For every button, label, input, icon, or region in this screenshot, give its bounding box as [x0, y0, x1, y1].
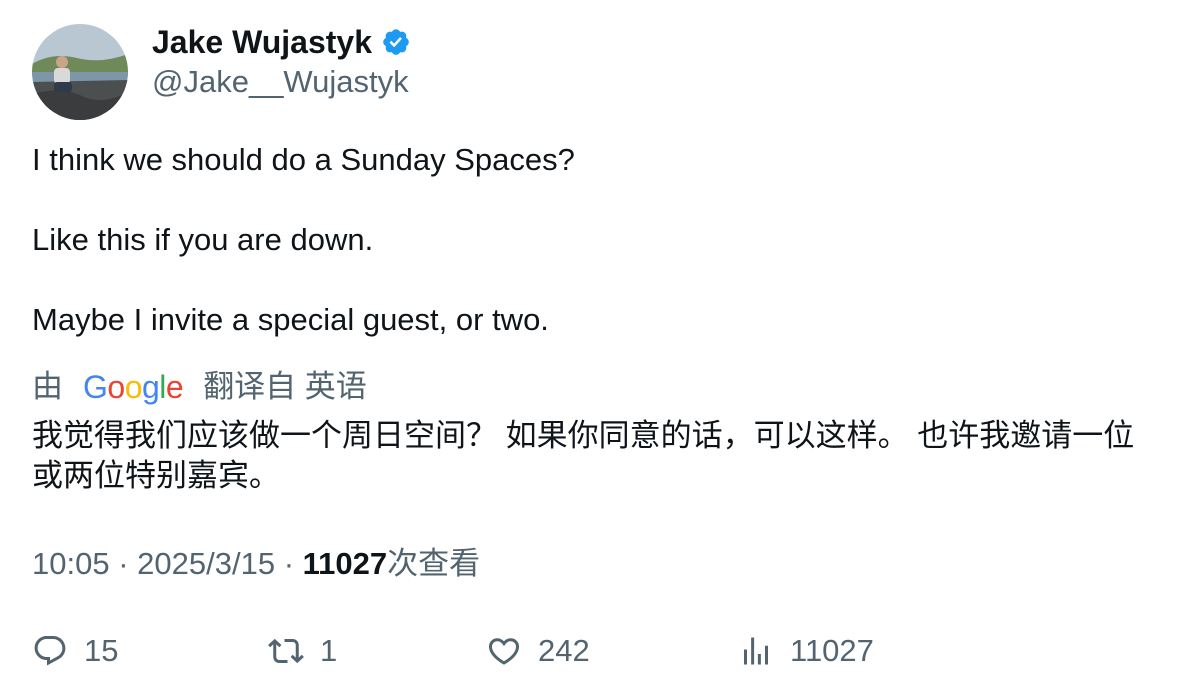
verified-badge-icon[interactable]: [381, 27, 411, 57]
tweet-paragraph: Maybe I invite a special guest, or two.: [32, 302, 549, 337]
translation-source-language: 翻译自 英语: [203, 369, 367, 404]
translation-attribution[interactable]: 由 Google 翻译自 英语: [32, 366, 367, 408]
meta-separator: ·: [283, 546, 295, 581]
reply-icon: [34, 636, 66, 666]
avatar-photo: [32, 24, 128, 120]
translation-prefix: 由: [32, 369, 63, 404]
views-action-count: 11027: [790, 633, 874, 668]
display-name[interactable]: Jake Wujastyk: [152, 22, 372, 62]
google-logo: Google: [83, 369, 184, 405]
like-count: 242: [538, 633, 590, 668]
tweet-paragraph: Like this if you are down.: [32, 222, 374, 257]
heart-icon: [488, 638, 520, 665]
tweet-meta: 10:05 · 2025/3/15 · 11027次查看: [32, 543, 480, 585]
retweet-count: 1: [320, 633, 338, 668]
views-count: 11027: [302, 546, 388, 581]
author-name-row: Jake Wujastyk: [152, 22, 411, 62]
avatar[interactable]: [32, 24, 128, 120]
tweet-time[interactable]: 10:05: [32, 546, 110, 581]
retweet-icon: [268, 638, 304, 664]
translated-text: 我觉得我们应该做一个周日空间？ 如果你同意的话，可以这样。 也许我邀请一位或两位…: [32, 418, 1135, 493]
author-handle[interactable]: @Jake__Wujastyk: [152, 62, 409, 102]
like-button[interactable]: 242: [486, 630, 590, 672]
views-button[interactable]: 11027: [738, 630, 874, 672]
tweet-paragraph: I think we should do a Sunday Spaces?: [32, 142, 575, 177]
reply-count: 15: [84, 633, 119, 668]
reply-button[interactable]: 15: [32, 630, 118, 672]
tweet-text: I think we should do a Sunday Spaces? Li…: [32, 140, 575, 380]
analytics-icon: [744, 637, 768, 665]
views-label: 次查看: [387, 546, 481, 581]
meta-separator: ·: [118, 546, 129, 581]
retweet-button[interactable]: 1: [268, 630, 337, 672]
tweet-date[interactable]: 2025/3/15: [137, 546, 275, 581]
